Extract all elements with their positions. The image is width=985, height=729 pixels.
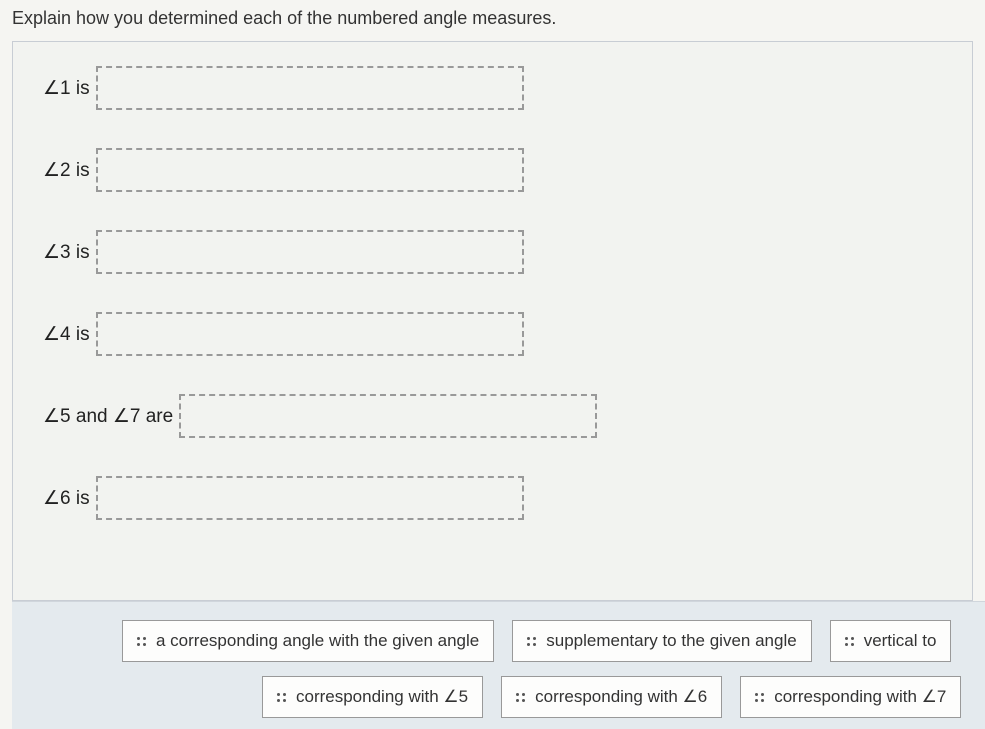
- row-angle-1: ∠1 is: [43, 66, 942, 110]
- drop-target-2[interactable]: [96, 148, 524, 192]
- drop-target-3[interactable]: [96, 230, 524, 274]
- tile-label: corresponding with ∠6: [535, 687, 707, 707]
- tile-label: vertical to: [864, 631, 937, 651]
- tile-supplementary-given[interactable]: supplementary to the given angle: [512, 620, 811, 662]
- tile-vertical-to[interactable]: vertical to: [830, 620, 952, 662]
- row-angle-5-7: ∠5 and ∠7 are: [43, 394, 942, 438]
- tile-corresponding-given[interactable]: a corresponding angle with the given ang…: [122, 620, 494, 662]
- grip-icon: [527, 637, 536, 646]
- label-angle-2: ∠2 is: [43, 159, 90, 182]
- row-angle-6: ∠6 is: [43, 476, 942, 520]
- tile-label: a corresponding angle with the given ang…: [156, 631, 479, 651]
- tile-corresponding-7[interactable]: corresponding with ∠7: [740, 676, 961, 718]
- drop-target-4[interactable]: [96, 312, 524, 356]
- row-angle-4: ∠4 is: [43, 312, 942, 356]
- row-angle-2: ∠2 is: [43, 148, 942, 192]
- tile-corresponding-5[interactable]: corresponding with ∠5: [262, 676, 483, 718]
- label-angle-3: ∠3 is: [43, 241, 90, 264]
- grip-icon: [755, 693, 764, 702]
- row-angle-3: ∠3 is: [43, 230, 942, 274]
- grip-icon: [137, 637, 146, 646]
- label-angle-6: ∠6 is: [43, 487, 90, 510]
- work-area: ∠1 is ∠2 is ∠3 is ∠4 is ∠5 and ∠7 are ∠6…: [12, 41, 973, 601]
- bank-row-1: a corresponding angle with the given ang…: [32, 620, 965, 662]
- tile-label: corresponding with ∠7: [774, 687, 946, 707]
- answer-bank: a corresponding angle with the given ang…: [12, 601, 985, 729]
- drop-target-5-7[interactable]: [179, 394, 597, 438]
- label-angle-1: ∠1 is: [43, 77, 90, 100]
- drop-target-1[interactable]: [96, 66, 524, 110]
- bank-row-2: corresponding with ∠5 corresponding with…: [32, 676, 965, 718]
- instruction-text: Explain how you determined each of the n…: [0, 0, 985, 37]
- grip-icon: [845, 637, 854, 646]
- tile-label: corresponding with ∠5: [296, 687, 468, 707]
- label-angle-5-7: ∠5 and ∠7 are: [43, 405, 173, 428]
- label-angle-4: ∠4 is: [43, 323, 90, 346]
- grip-icon: [516, 693, 525, 702]
- tile-label: supplementary to the given angle: [546, 631, 796, 651]
- grip-icon: [277, 693, 286, 702]
- tile-corresponding-6[interactable]: corresponding with ∠6: [501, 676, 722, 718]
- drop-target-6[interactable]: [96, 476, 524, 520]
